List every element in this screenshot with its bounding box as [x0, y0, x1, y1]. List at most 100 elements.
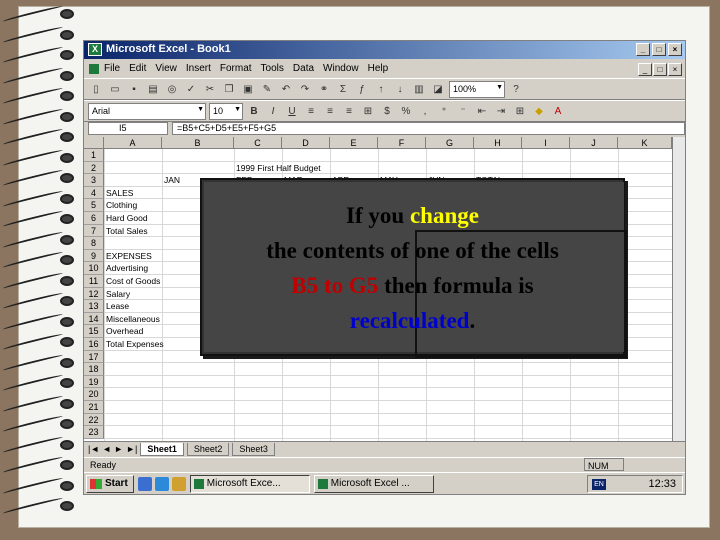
- cell-a11[interactable]: Cost of Goods: [106, 275, 160, 287]
- cell-b3[interactable]: JAN: [164, 174, 180, 186]
- print-icon[interactable]: ▤: [145, 82, 161, 97]
- column-header[interactable]: F: [378, 137, 426, 149]
- align-center-icon[interactable]: ≡: [322, 104, 338, 119]
- tab-sheet1[interactable]: Sheet1: [140, 442, 184, 456]
- sort-ascending-icon[interactable]: ↑: [373, 82, 389, 97]
- font-color-icon[interactable]: A: [550, 104, 566, 119]
- next-sheet-icon[interactable]: ►: [114, 444, 123, 454]
- prev-sheet-icon[interactable]: ◄: [102, 444, 111, 454]
- decrease-indent-icon[interactable]: ⇤: [474, 104, 490, 119]
- select-all-corner[interactable]: [84, 137, 104, 149]
- chart-wizard-icon[interactable]: ▥: [411, 82, 427, 97]
- column-header[interactable]: E: [330, 137, 378, 149]
- font-name-select[interactable]: Arial: [88, 102, 206, 120]
- row-header[interactable]: 5: [84, 199, 104, 212]
- tab-sheet2[interactable]: Sheet2: [186, 442, 230, 456]
- first-sheet-icon[interactable]: |◄: [88, 444, 99, 454]
- formula-input[interactable]: =B5+C5+D5+E5+F5+G5: [172, 122, 685, 135]
- cell-a5[interactable]: Clothing: [106, 199, 137, 211]
- spelling-icon[interactable]: ✓: [183, 82, 199, 97]
- italic-icon[interactable]: I: [265, 104, 281, 119]
- cell-a12[interactable]: Salary: [106, 288, 130, 300]
- save-icon[interactable]: ▪: [126, 82, 142, 97]
- menu-file[interactable]: File: [104, 63, 120, 77]
- comma-icon[interactable]: ,: [417, 104, 433, 119]
- borders-icon[interactable]: ⊞: [512, 104, 528, 119]
- row-header[interactable]: 10: [84, 262, 104, 275]
- undo-icon[interactable]: ↶: [278, 82, 294, 97]
- row-header[interactable]: 23: [84, 426, 104, 439]
- cell-a9[interactable]: EXPENSES: [106, 250, 152, 262]
- close-button[interactable]: ×: [668, 43, 682, 56]
- column-header[interactable]: H: [474, 137, 522, 149]
- column-header[interactable]: D: [282, 137, 330, 149]
- row-header[interactable]: 4: [84, 186, 104, 200]
- cell-a4[interactable]: SALES: [106, 187, 133, 199]
- language-indicator[interactable]: EN: [592, 479, 606, 490]
- desktop-icon[interactable]: [137, 476, 152, 491]
- merge-center-icon[interactable]: ⊞: [360, 104, 376, 119]
- column-header[interactable]: K: [618, 137, 672, 149]
- column-header[interactable]: J: [570, 137, 618, 149]
- minimize-button[interactable]: _: [636, 43, 650, 56]
- menu-data[interactable]: Data: [293, 63, 314, 77]
- underline-icon[interactable]: U: [284, 104, 300, 119]
- redo-icon[interactable]: ↷: [297, 82, 313, 97]
- cell-a7[interactable]: Total Sales: [106, 225, 148, 237]
- column-header[interactable]: C: [234, 137, 282, 149]
- menu-help[interactable]: Help: [368, 63, 389, 77]
- increase-decimal-icon[interactable]: ⁺: [436, 104, 452, 119]
- cut-icon[interactable]: ✂: [202, 82, 218, 97]
- menu-window[interactable]: Window: [323, 63, 359, 77]
- column-header[interactable]: A: [104, 137, 162, 149]
- zoom-select[interactable]: 100%: [449, 80, 505, 98]
- last-sheet-icon[interactable]: ►|: [126, 444, 137, 454]
- row-header[interactable]: 19: [84, 375, 104, 389]
- column-header[interactable]: G: [426, 137, 474, 149]
- hyperlink-icon[interactable]: ⚭: [316, 82, 332, 97]
- align-left-icon[interactable]: ≡: [303, 104, 319, 119]
- menu-tools[interactable]: Tools: [261, 63, 284, 77]
- menu-edit[interactable]: Edit: [129, 63, 146, 77]
- vertical-scrollbar[interactable]: [672, 137, 685, 441]
- bold-icon[interactable]: B: [246, 104, 262, 119]
- cell-a10[interactable]: Advertising: [106, 262, 148, 274]
- font-size-select[interactable]: 10: [209, 102, 243, 120]
- row-header[interactable]: 17: [84, 350, 104, 364]
- increase-indent-icon[interactable]: ⇥: [493, 104, 509, 119]
- maximize-button[interactable]: □: [652, 43, 666, 56]
- task-excel-1[interactable]: Microsoft Exce...: [189, 474, 310, 493]
- sort-descending-icon[interactable]: ↓: [392, 82, 408, 97]
- outlook-icon[interactable]: [171, 476, 186, 491]
- row-header[interactable]: 2: [84, 161, 104, 175]
- cell-a13[interactable]: Lease: [106, 300, 129, 312]
- row-header[interactable]: 7: [84, 224, 104, 238]
- cell-a16[interactable]: Total Expenses: [106, 338, 164, 350]
- doc-minimize-button[interactable]: _: [638, 63, 652, 76]
- tab-sheet3[interactable]: Sheet3: [232, 442, 275, 456]
- column-header[interactable]: I: [522, 137, 570, 149]
- start-button[interactable]: Start: [86, 474, 134, 493]
- task-excel-2[interactable]: Microsoft Excel ...: [313, 474, 434, 493]
- workbook-icon[interactable]: [89, 64, 99, 74]
- row-header[interactable]: 3: [84, 174, 104, 187]
- percent-icon[interactable]: %: [398, 104, 414, 119]
- row-header[interactable]: 21: [84, 401, 104, 414]
- row-header[interactable]: 9: [84, 249, 104, 263]
- align-right-icon[interactable]: ≡: [341, 104, 357, 119]
- new-icon[interactable]: ▯: [88, 82, 104, 97]
- currency-icon[interactable]: $: [379, 104, 395, 119]
- format-painter-icon[interactable]: ✎: [259, 82, 275, 97]
- cell-a14[interactable]: Miscellaneous: [106, 313, 160, 325]
- row-header[interactable]: 14: [84, 312, 104, 326]
- column-header[interactable]: B: [162, 137, 234, 149]
- name-box[interactable]: I5: [88, 122, 168, 135]
- row-header[interactable]: 1: [84, 149, 104, 162]
- row-header[interactable]: 20: [84, 388, 104, 401]
- menu-insert[interactable]: Insert: [186, 63, 211, 77]
- paste-icon[interactable]: ▣: [240, 82, 256, 97]
- open-icon[interactable]: ▭: [107, 82, 123, 97]
- doc-close-button[interactable]: ×: [668, 63, 682, 76]
- row-header[interactable]: 15: [84, 325, 104, 338]
- menu-view[interactable]: View: [155, 63, 177, 77]
